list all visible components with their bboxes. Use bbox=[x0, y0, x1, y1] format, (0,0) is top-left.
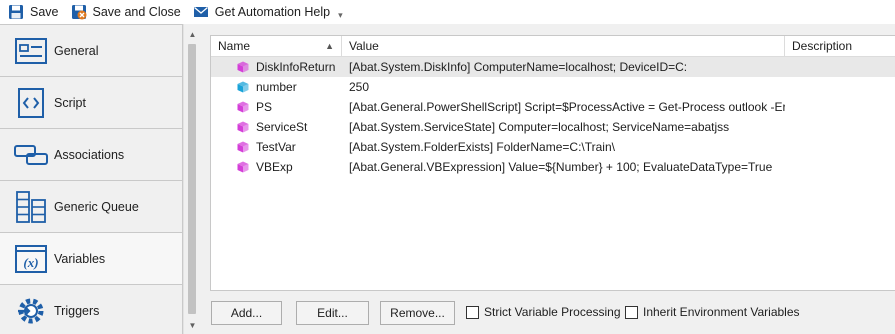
svg-text:(x): (x) bbox=[23, 255, 38, 270]
variable-value-cell: [Abat.System.FolderExists] FolderName=C:… bbox=[349, 140, 615, 154]
nav-item-label: Triggers bbox=[54, 303, 100, 318]
table-row[interactable]: DiskInfoReturn [Abat.System.DiskInfo] Com… bbox=[211, 57, 895, 77]
object-variable-icon bbox=[237, 101, 249, 113]
variable-value-cell: [Abat.System.DiskInfo] ComputerName=loca… bbox=[349, 60, 688, 74]
variable-name: ServiceSt bbox=[256, 120, 308, 134]
sort-ascending-icon: ▲ bbox=[325, 41, 334, 51]
variable-name: VBExp bbox=[256, 160, 293, 174]
nav-item-triggers[interactable]: Triggers bbox=[0, 284, 183, 334]
nav-item-general[interactable]: General bbox=[0, 24, 183, 76]
column-header-label: Name bbox=[218, 39, 251, 53]
table-row[interactable]: number 250 bbox=[211, 77, 895, 97]
associations-icon bbox=[14, 138, 48, 172]
variable-name-cell: number bbox=[211, 80, 342, 94]
table-row[interactable]: TestVar [Abat.System.FolderExists] Folder… bbox=[211, 137, 895, 157]
checkbox-box[interactable] bbox=[625, 305, 638, 319]
add-button[interactable]: Add... bbox=[211, 301, 282, 325]
nav-item-label: Script bbox=[54, 95, 86, 110]
inherit-environment-variables-label: Inherit Environment Variables bbox=[643, 305, 800, 319]
column-header-label: Description bbox=[792, 39, 853, 53]
variable-value-cell: [Abat.General.VBExpression] Value=${Numb… bbox=[349, 160, 773, 174]
inherit-environment-variables-checkbox[interactable]: Inherit Environment Variables bbox=[625, 305, 800, 319]
variable-name-cell: DiskInfoReturn bbox=[211, 60, 342, 74]
side-nav: General Script Associations Generic Queu… bbox=[0, 24, 183, 334]
strict-variable-processing-checkbox[interactable]: Strict Variable Processing bbox=[466, 305, 621, 319]
variable-value-cell: [Abat.General.PowerShellScript] Script=$… bbox=[349, 100, 785, 114]
save-close-icon bbox=[71, 5, 86, 20]
variable-name: number bbox=[256, 80, 297, 94]
object-variable-icon bbox=[237, 161, 249, 173]
variable-value-cell: 250 bbox=[349, 80, 370, 94]
get-automation-help-button[interactable]: Get Automation Help bbox=[193, 1, 330, 23]
object-variable-icon bbox=[237, 121, 249, 133]
toolbar: Save Save and Close Get Automation Help … bbox=[0, 0, 895, 24]
get-automation-help-label: Get Automation Help bbox=[214, 5, 331, 19]
object-variable-icon bbox=[237, 141, 249, 153]
grid-body: DiskInfoReturn [Abat.System.DiskInfo] Com… bbox=[211, 57, 895, 177]
variable-name-cell: TestVar bbox=[211, 140, 342, 154]
queue-icon bbox=[14, 190, 48, 224]
grid-header: Name ▲ Value Description bbox=[211, 36, 895, 57]
variables-grid: Name ▲ Value Description DiskInfoReturn [… bbox=[210, 35, 895, 291]
save-icon bbox=[9, 5, 23, 19]
variable-name: DiskInfoReturn bbox=[256, 60, 336, 74]
strict-variable-processing-label: Strict Variable Processing bbox=[484, 305, 621, 319]
column-header-name[interactable]: Name ▲ bbox=[211, 36, 342, 56]
edit-button[interactable]: Edit... bbox=[296, 301, 369, 325]
variable-value-cell: [Abat.System.ServiceState] Computer=loca… bbox=[349, 120, 730, 134]
table-row[interactable]: ServiceSt [Abat.System.ServiceState] Comp… bbox=[211, 117, 895, 137]
table-row[interactable]: VBExp [Abat.General.VBExpression] Value=$… bbox=[211, 157, 895, 177]
script-icon bbox=[14, 86, 48, 120]
checkbox-box[interactable] bbox=[466, 305, 479, 319]
object-variable-icon bbox=[237, 61, 249, 73]
save-and-close-button[interactable]: Save and Close bbox=[71, 1, 181, 23]
remove-button[interactable]: Remove... bbox=[380, 301, 455, 325]
nav-item-generic-queue[interactable]: Generic Queue bbox=[0, 180, 183, 232]
toolbar-overflow-icon[interactable]: ▾ bbox=[338, 10, 343, 21]
scrollbar-thumb[interactable] bbox=[188, 44, 196, 314]
scroll-down-icon[interactable]: ▼ bbox=[184, 317, 201, 334]
variable-name-cell: ServiceSt bbox=[211, 120, 342, 134]
save-and-close-label: Save and Close bbox=[92, 5, 181, 19]
general-icon bbox=[14, 34, 48, 68]
nav-item-label: General bbox=[54, 43, 99, 58]
variable-name-cell: VBExp bbox=[211, 160, 342, 174]
save-label: Save bbox=[30, 5, 59, 19]
variable-name-cell: PS bbox=[211, 100, 342, 114]
column-header-description[interactable]: Description bbox=[785, 36, 895, 56]
nav-item-label: Generic Queue bbox=[54, 199, 139, 214]
primitive-variable-icon bbox=[237, 81, 249, 93]
column-header-label: Value bbox=[349, 39, 379, 53]
variable-name: PS bbox=[256, 100, 273, 114]
nav-item-associations[interactable]: Associations bbox=[0, 128, 183, 180]
table-row[interactable]: PS [Abat.General.PowerShellScript] Script… bbox=[211, 97, 895, 117]
nav-scrollbar[interactable]: ▲ ▼ bbox=[183, 24, 200, 334]
triggers-icon bbox=[14, 294, 48, 328]
nav-item-variables[interactable]: (x) Variables bbox=[0, 232, 183, 284]
nav-item-script[interactable]: Script bbox=[0, 76, 183, 128]
column-header-value[interactable]: Value bbox=[342, 36, 785, 56]
envelope-icon bbox=[193, 7, 208, 17]
nav-item-label: Associations bbox=[54, 147, 125, 162]
save-button[interactable]: Save bbox=[8, 1, 59, 23]
variable-name: TestVar bbox=[256, 140, 296, 154]
variables-icon: (x) bbox=[14, 242, 48, 276]
scroll-up-icon[interactable]: ▲ bbox=[184, 26, 201, 43]
nav-item-label: Variables bbox=[54, 251, 106, 266]
